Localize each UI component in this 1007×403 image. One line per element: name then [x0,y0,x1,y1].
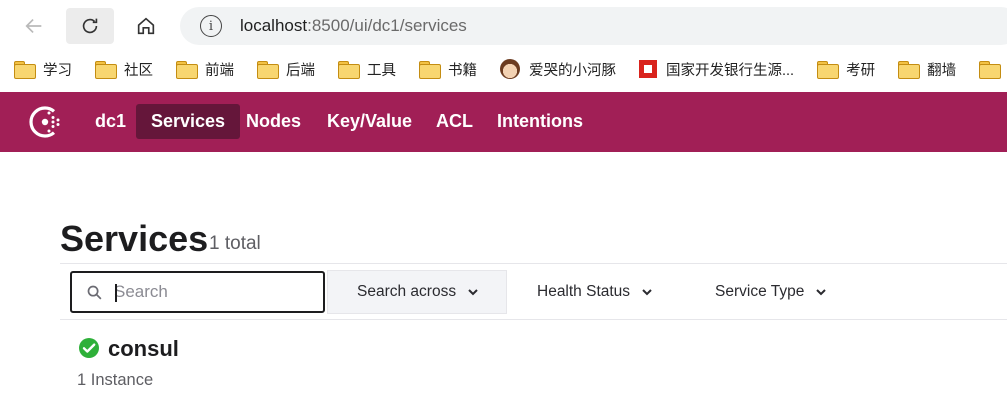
folder-icon [95,61,117,79]
chevron-down-icon [816,289,827,296]
folder-icon [419,61,441,79]
home-button[interactable] [122,8,170,44]
url-host: localhost [240,16,308,35]
bookmark-item[interactable]: 考研 [817,59,875,80]
instance-count: 1 Instance [77,371,154,389]
avatar-icon [500,59,520,79]
search-icon [87,285,102,299]
consul-logo-icon[interactable] [28,105,64,139]
folder-icon [817,61,840,79]
nav-key-value[interactable]: Key/Value [312,104,427,139]
service-type-dropdown[interactable]: Service Type [715,270,827,314]
folder-icon [257,61,279,79]
nav-services[interactable]: Services [136,104,241,139]
chevron-down-icon [468,289,478,296]
bookmark-item[interactable]: 爱哭的小河豚 [500,59,616,80]
bookmark-item[interactable] [979,61,1007,79]
bookmark-item[interactable]: 工具 [338,59,396,80]
bookmark-item[interactable]: 翻墙 [898,59,956,80]
page-title: Services [60,218,209,259]
search-input[interactable] [114,282,304,302]
folder-icon [14,61,36,79]
nav-acl[interactable]: ACL [421,104,488,139]
reload-icon [82,18,98,34]
search-across-dropdown[interactable]: Search across [327,270,507,314]
bookmark-item[interactable]: 前端 [176,59,234,80]
bookmark-item[interactable]: 国家开发银行生源... [639,59,794,80]
bookmark-item[interactable]: 书籍 [419,59,477,80]
folder-icon [338,61,360,79]
filter-bar: Search across Health Status Service Type [60,263,1007,320]
bookmark-item[interactable]: 社区 [95,59,153,80]
folder-icon [979,61,1002,79]
chevron-down-icon [642,289,652,296]
reload-button[interactable] [66,8,114,44]
app-header: dc1 Services Nodes Key/Value ACL Intenti… [0,92,1007,152]
health-status-dropdown[interactable]: Health Status [537,270,653,314]
folder-icon [898,61,921,79]
arrow-left-icon [25,18,42,34]
text-cursor [115,284,117,302]
service-name[interactable]: consul [108,336,179,362]
info-icon[interactable]: i [200,15,222,37]
bookmark-item[interactable]: 后端 [257,59,315,80]
nav-intentions[interactable]: Intentions [482,104,598,139]
bookmarks-bar: 学习 社区 前端 后端 工具 书籍 爱哭的小河豚 国家开发银行生源... 考研 … [0,53,1007,85]
folder-icon [176,61,198,79]
url-path: :8500/ui/dc1/services [307,16,467,35]
nav-nodes[interactable]: Nodes [231,104,316,139]
check-circle-icon [79,338,99,358]
address-bar[interactable]: i localhost:8500/ui/dc1/services [180,7,1007,45]
back-button[interactable] [10,8,58,44]
datacenter-selector[interactable]: dc1 [80,104,141,139]
services-total: 1 total [209,233,261,254]
search-field[interactable] [70,271,325,313]
bank-logo-icon [639,60,657,78]
browser-toolbar: i localhost:8500/ui/dc1/services 学习 社区 前… [0,0,1007,92]
home-icon [137,17,155,35]
bookmark-item[interactable]: 学习 [14,59,72,80]
